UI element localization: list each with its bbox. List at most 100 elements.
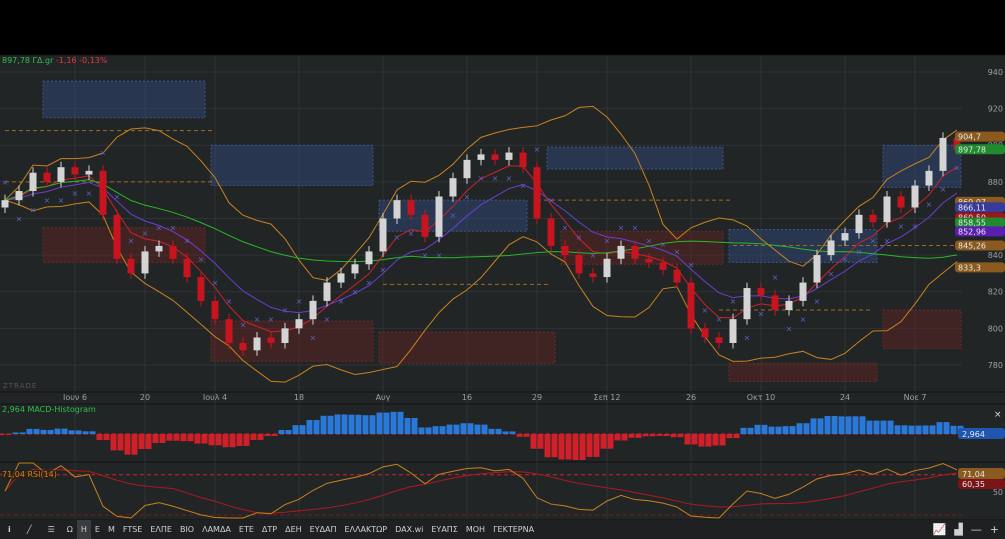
supply-zone <box>210 144 374 187</box>
volume-icon[interactable]: ▟ <box>954 523 962 536</box>
psar-marker: × <box>758 310 765 319</box>
macd-bar <box>12 432 19 434</box>
chart-type-icon[interactable]: 📈 <box>933 523 947 536</box>
toolbar-symbol-5[interactable]: ΕΛΠΕ <box>146 520 176 539</box>
macd-bar <box>362 415 369 434</box>
macd-bar <box>908 425 915 434</box>
candle-up <box>785 300 793 311</box>
close-macd-icon[interactable]: × <box>994 410 1002 420</box>
candle-up <box>799 282 807 301</box>
psar-marker: × <box>226 297 233 306</box>
toolbar-symbol-4[interactable]: FTSE <box>119 520 146 539</box>
toolbar-symbol-11[interactable]: ΕΥΔΑΠ <box>306 520 341 539</box>
macd-bar <box>747 427 754 434</box>
candle-down <box>491 154 499 160</box>
macd-bar <box>803 423 810 434</box>
candle-up <box>463 159 471 179</box>
macd-bar <box>950 425 957 434</box>
macd-bar <box>845 416 852 434</box>
macd-bar <box>47 429 54 434</box>
candle-up <box>351 264 359 274</box>
x-tick-label: Νοε 7 <box>904 393 927 402</box>
psar-marker: × <box>898 222 905 231</box>
macd-bar <box>824 415 831 434</box>
macd-bar <box>894 425 901 434</box>
toolbar-symbol-16[interactable]: ΓΕΚΤΕΡΝΑ <box>489 520 538 539</box>
candle-down <box>687 282 695 329</box>
macd-bar <box>915 425 922 434</box>
psar-marker: × <box>884 236 891 245</box>
macd-bar <box>334 414 341 434</box>
toolbar-symbol-15[interactable]: ΜΟΗ <box>462 520 489 539</box>
draw-line-icon[interactable]: ╱ <box>19 520 40 539</box>
macd-bar <box>19 432 26 434</box>
candle-up <box>337 273 345 283</box>
toolbar-symbol-8[interactable]: ΕΤΕ <box>235 520 258 539</box>
toolbar-symbol-12[interactable]: ΕΛΛΑΚΤΩΡ <box>341 520 392 539</box>
macd-bar <box>593 434 600 457</box>
macd-bar <box>691 434 698 445</box>
macd-bar <box>159 434 166 443</box>
macd-bar <box>257 434 264 440</box>
toolbar-symbol-6[interactable]: ΒΙΟ <box>176 520 198 539</box>
macd-bar <box>236 434 243 446</box>
zoom-out-icon[interactable]: — <box>971 523 982 536</box>
toolbar-symbol-14[interactable]: ΕΥΑΠΣ <box>427 520 461 539</box>
demand-zone <box>42 227 206 263</box>
candle-up <box>309 300 317 320</box>
macd-bar <box>369 415 376 434</box>
indicators-icon[interactable]: ☰ <box>40 520 63 539</box>
macd-bar <box>208 434 215 446</box>
psar-marker: × <box>240 321 247 330</box>
toolbar-symbol-10[interactable]: ΔΕΗ <box>281 520 306 539</box>
toolbar-symbol-0[interactable]: Ω <box>63 520 77 539</box>
psar-marker: × <box>366 279 373 288</box>
candle-up <box>1 200 9 208</box>
macd-bar <box>61 428 68 434</box>
candle-up <box>15 191 23 201</box>
price-label: 858,55 <box>958 219 986 228</box>
price-chart[interactable]: 940920900880860840820800780Ιουν 620Ιουλ … <box>0 0 1005 539</box>
psar-marker: × <box>352 288 359 297</box>
candle-down <box>43 172 51 182</box>
macd-bar <box>5 434 12 435</box>
toolbar-symbol-2[interactable]: E <box>91 520 104 539</box>
macd-bar <box>481 424 488 434</box>
macd-bar <box>523 434 530 437</box>
candle-down <box>169 245 177 259</box>
macd-bar <box>376 412 383 434</box>
macd-bar <box>712 434 719 446</box>
toolbar-symbol-1[interactable]: H <box>76 520 91 539</box>
macd-bar <box>530 434 537 449</box>
bottom-toolbar: i ╱ ☰ Ω H E M FTSE ΕΛΠΕ ΒΙΟ ΛΑΜΔΑ ΕΤΕ ΔΤΡ ΔΕΗ ΕΥΔΑΠ… <box>0 520 1005 539</box>
macd-bar <box>54 428 61 434</box>
toolbar-symbol-7[interactable]: ΛΑΜΔΑ <box>198 520 235 539</box>
price-label: 852,96 <box>958 227 986 236</box>
toolbar-symbol-13[interactable]: DAX.wi <box>391 520 427 539</box>
last-price: 897,78 ΓΔ.gr <box>2 56 54 65</box>
x-tick-label: 29 <box>532 393 542 402</box>
psar-marker: × <box>506 174 513 183</box>
macd-bar <box>460 423 467 434</box>
supply-zone <box>546 146 724 170</box>
macd-bar <box>663 434 670 436</box>
macd-bar <box>313 420 320 434</box>
candle-down <box>99 170 107 215</box>
psar-marker: × <box>282 306 289 315</box>
toolbar-symbol-9[interactable]: ΔΤΡ <box>258 520 281 539</box>
macd-bar <box>922 425 929 434</box>
rsi-label: 71,04 RSI(14) <box>2 470 57 479</box>
psar-marker: × <box>534 145 541 154</box>
macd-bar <box>201 434 208 444</box>
macd-bar <box>852 416 859 434</box>
psar-marker: × <box>478 174 485 183</box>
info-icon[interactable]: i <box>0 520 19 539</box>
y-tick-label: 920 <box>988 105 1003 114</box>
zoom-in-icon[interactable]: + <box>990 523 999 536</box>
psar-marker: × <box>954 164 961 173</box>
macd-bar <box>187 434 194 442</box>
toolbar-symbol-3[interactable]: M <box>104 520 119 539</box>
psar-marker: × <box>786 324 793 333</box>
macd-bar <box>607 434 614 449</box>
psar-marker: × <box>828 269 835 278</box>
